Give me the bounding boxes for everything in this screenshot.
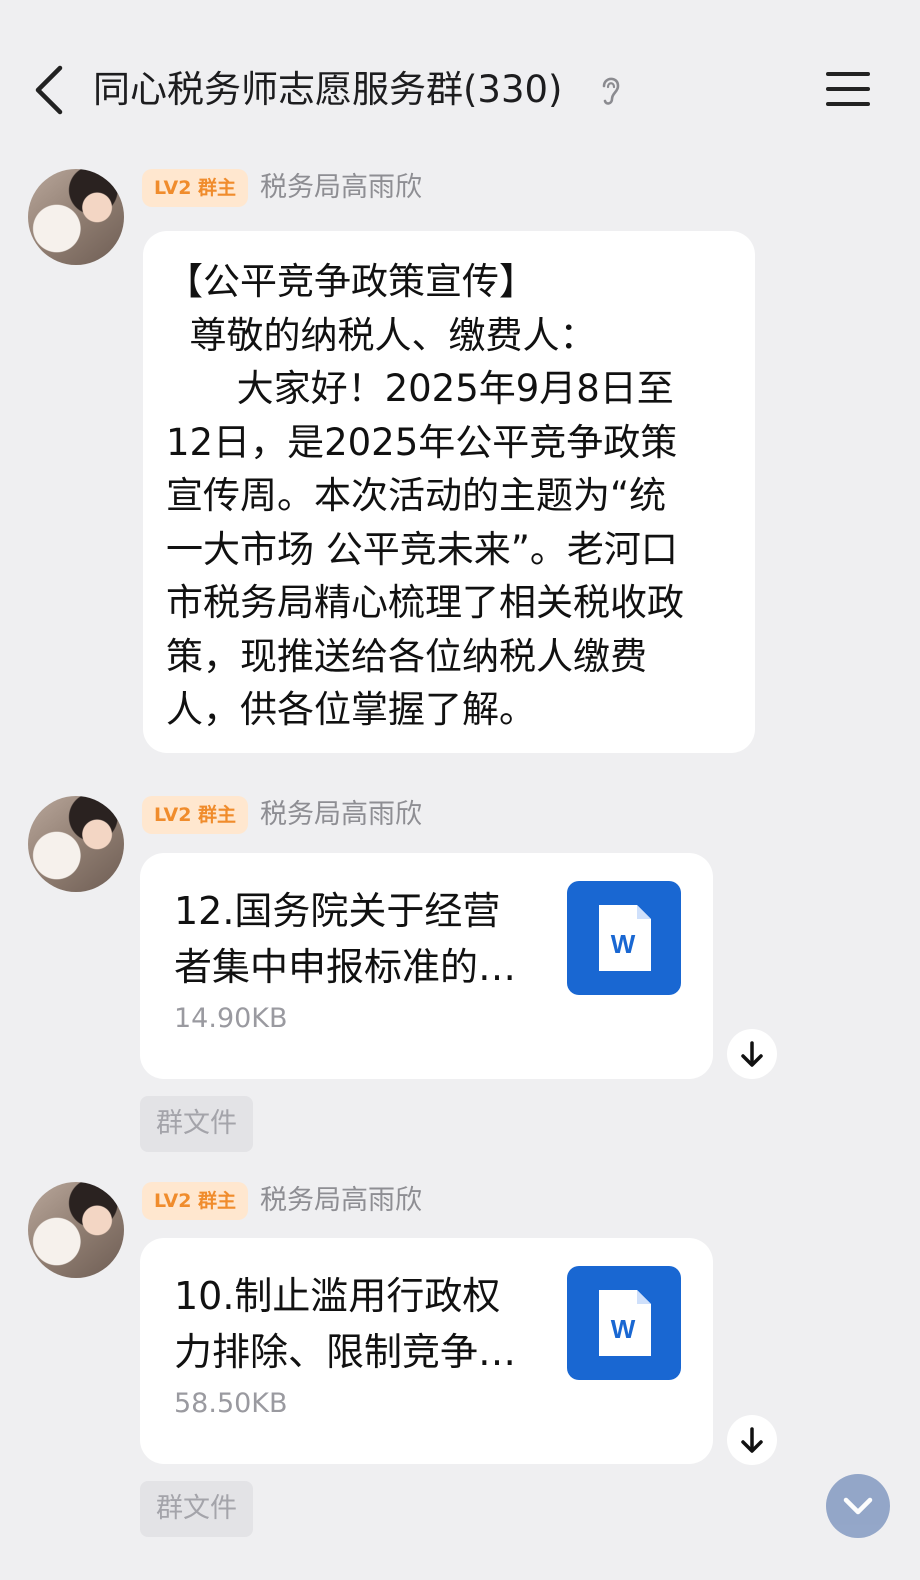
file-name-line: 者集中申报标准的… [174,945,517,989]
avatar[interactable] [28,1182,124,1278]
ear-icon [602,77,620,105]
file-name: 10.制止滥用行政权 力排除、限制竞争… [174,1268,534,1380]
chat-title[interactable]: 同心税务师志愿服务群(330) [93,62,563,118]
chat-message: LV2 群主 税务局高雨欣 【公平竞争政策宣传】 尊敬的纳税人、缴费人： 大家好… [0,169,920,769]
message-line: 尊敬的纳税人、缴费人： [166,313,597,357]
role-badge: LV2 群主 [142,169,249,207]
message-line: 市税务局精心梳理了相关税收政 [166,581,684,624]
file-name-line: 力排除、限制竞争… [174,1330,517,1374]
chat-message: LV2 群主 税务局高雨欣 10.制止滥用行政权 力排除、限制竞争… 58.50… [0,1182,920,1542]
download-button[interactable] [727,1415,777,1465]
svg-text:W: W [611,929,636,959]
chat-message: LV2 群主 税务局高雨欣 12.国务院关于经营 者集中申报标准的… 14.90… [0,796,920,1156]
message-line: 大家好！2025年9月8日至 [166,367,674,410]
file-size: 58.50KB [174,1388,288,1419]
chat-header: 同心税务师志愿服务群(330) [0,0,920,150]
menu-icon[interactable] [826,70,870,108]
sender-name[interactable]: 税务局高雨欣 [260,796,422,834]
file-name: 12.国务院关于经营 者集中申报标准的… [174,883,534,995]
role-badge: LV2 群主 [142,796,249,834]
message-line: 人，供各位掌握了解。 [166,688,536,731]
word-doc-icon: W [567,1266,681,1380]
message-line: 一大市场 公平竞未来”。老河口 [166,527,678,571]
sender-name[interactable]: 税务局高雨欣 [260,1182,422,1220]
chevron-down-icon [843,1497,873,1515]
group-file-tag[interactable]: 群文件 [140,1096,253,1152]
download-arrow-icon [741,1041,763,1067]
download-button[interactable] [727,1029,777,1079]
download-arrow-icon [741,1427,763,1453]
group-file-tag[interactable]: 群文件 [140,1481,253,1537]
file-size: 14.90KB [174,1003,288,1034]
svg-text:W: W [611,1314,636,1344]
message-line: 宣传周。本次活动的主题为“统 [166,474,667,517]
scroll-to-bottom-button[interactable] [826,1474,890,1538]
file-name-line: 12.国务院关于经营 [174,889,501,933]
file-card[interactable]: 12.国务院关于经营 者集中申报标准的… 14.90KB W [140,853,713,1079]
sender-name[interactable]: 税务局高雨欣 [260,169,422,207]
message-line: 【公平竞争政策宣传】 [166,260,536,303]
message-line: 策，现推送给各位纳税人缴费 [166,634,647,678]
message-line: 12日，是2025年公平竞争政策 [166,420,678,464]
file-card[interactable]: 10.制止滥用行政权 力排除、限制竞争… 58.50KB W [140,1238,713,1464]
message-bubble[interactable]: 【公平竞争政策宣传】 尊敬的纳税人、缴费人： 大家好！2025年9月8日至 12… [143,231,755,753]
word-doc-icon: W [567,881,681,995]
file-name-line: 10.制止滥用行政权 [174,1274,501,1318]
avatar[interactable] [28,169,124,265]
avatar[interactable] [28,796,124,892]
role-badge: LV2 群主 [142,1182,249,1220]
back-arrow-icon[interactable] [30,62,70,118]
